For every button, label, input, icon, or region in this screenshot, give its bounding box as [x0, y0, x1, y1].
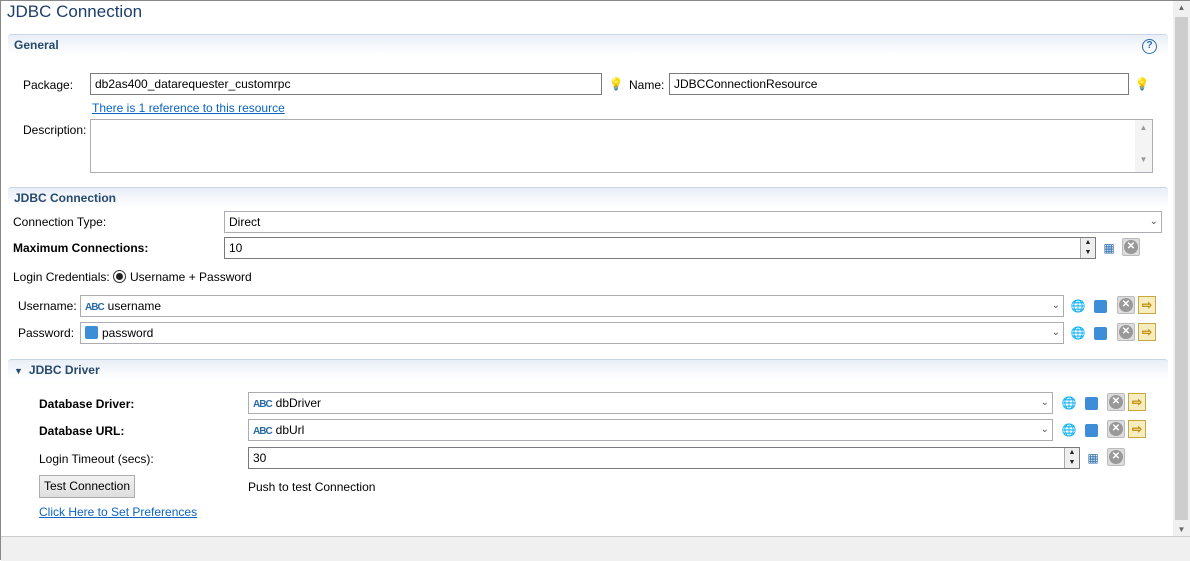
description-scrollbar[interactable]: ▲ ▼: [1135, 120, 1152, 172]
close-icon: ✕: [1109, 395, 1123, 409]
help-icon[interactable]: ?: [1142, 39, 1157, 54]
login-timeout-input[interactable]: 30 ▲ ▼: [248, 447, 1080, 469]
clear-button[interactable]: ✕: [1107, 420, 1125, 438]
scroll-down-icon[interactable]: ▼: [1173, 525, 1190, 534]
username-combo[interactable]: ABC username ⌄: [80, 295, 1064, 317]
package-input[interactable]: db2as400_datarequester_customrpc: [90, 73, 602, 95]
max-connections-input[interactable]: 10 ▲ ▼: [224, 237, 1096, 259]
lightbulb-icon[interactable]: 💡: [1133, 75, 1151, 93]
clear-button[interactable]: ✕: [1122, 238, 1140, 256]
connection-type-value: Direct: [229, 215, 261, 229]
import-icon[interactable]: ⇨: [1128, 393, 1146, 411]
database-url-value: dbUrl: [275, 423, 305, 437]
import-icon[interactable]: ⇨: [1138, 323, 1156, 341]
database-driver-value: dbDriver: [275, 396, 322, 410]
radio-username-password[interactable]: [113, 270, 126, 283]
lightbulb-icon[interactable]: 💡: [607, 75, 625, 93]
abc-icon: ABC: [253, 426, 273, 437]
section-jdbc-driver[interactable]: ▼ JDBC Driver: [8, 359, 1168, 380]
import-icon[interactable]: ⇨: [1138, 296, 1156, 314]
table-icon[interactable]: ▦: [1084, 449, 1102, 467]
global-variable-icon[interactable]: 🌐: [1069, 324, 1087, 342]
username-label: Username:: [18, 299, 77, 313]
connection-type-label: Connection Type:: [13, 215, 107, 229]
abc-icon: ABC: [253, 399, 273, 410]
reference-link[interactable]: There is 1 reference to this resource: [92, 101, 285, 115]
test-connection-button[interactable]: Test Connection: [39, 475, 135, 498]
clear-button[interactable]: ✕: [1107, 448, 1125, 466]
global-variable-icon[interactable]: 🌐: [1060, 394, 1078, 412]
login-timeout-label: Login Timeout (secs):: [39, 452, 154, 466]
vertical-scrollbar[interactable]: ▲ ▼: [1173, 1, 1190, 536]
table-icon[interactable]: ▦: [1100, 239, 1118, 257]
section-title: General: [14, 38, 59, 52]
module-property-icon[interactable]: [1093, 324, 1111, 342]
global-variable-icon[interactable]: 🌐: [1060, 421, 1078, 439]
test-hint: Push to test Connection: [248, 480, 376, 494]
database-driver-label: Database Driver:: [39, 397, 135, 411]
module-property-icon[interactable]: [1084, 421, 1102, 439]
close-icon: ✕: [1119, 298, 1133, 312]
package-label: Package:: [23, 78, 74, 92]
section-title: JDBC Driver: [28, 363, 100, 377]
status-bar: [1, 536, 1190, 561]
description-label: Description:: [23, 123, 87, 137]
chevron-down-icon: ⌄: [1051, 327, 1060, 338]
login-timeout-value: 30: [253, 451, 267, 465]
password-combo[interactable]: password ⌄: [80, 322, 1064, 344]
clear-button[interactable]: ✕: [1117, 296, 1135, 314]
close-icon: ✕: [1109, 450, 1123, 464]
chevron-down-icon: ⌄: [1040, 424, 1049, 435]
password-value: password: [102, 326, 154, 340]
radio-label: Username + Password: [130, 270, 252, 284]
description-textarea[interactable]: [90, 119, 1153, 173]
page-title: JDBC Connection: [7, 2, 143, 21]
scrollbar-thumb[interactable]: [1175, 17, 1188, 520]
chevron-down-icon: ⌄: [1149, 216, 1158, 227]
clear-button[interactable]: ✕: [1117, 323, 1135, 341]
name-label: Name:: [629, 78, 665, 92]
module-property-icon: [85, 326, 98, 339]
module-property-icon[interactable]: [1084, 394, 1102, 412]
max-connections-label: Maximum Connections:: [13, 241, 149, 255]
section-general: General: [8, 34, 1168, 55]
module-property-icon[interactable]: [1093, 297, 1111, 315]
username-value: username: [107, 299, 162, 313]
clear-button[interactable]: ✕: [1107, 393, 1125, 411]
max-connections-value: 10: [229, 241, 243, 255]
connection-type-select[interactable]: Direct ⌄: [224, 211, 1162, 233]
database-url-label: Database URL:: [39, 424, 125, 438]
abc-icon: ABC: [85, 302, 105, 313]
import-icon[interactable]: ⇨: [1128, 420, 1146, 438]
spinner-icon[interactable]: ▲ ▼: [1064, 448, 1079, 468]
database-url-combo[interactable]: ABC dbUrl ⌄: [248, 419, 1053, 441]
global-variable-icon[interactable]: 🌐: [1069, 297, 1087, 315]
chevron-down-icon: ⌄: [1051, 300, 1060, 311]
login-credentials-label: Login Credentials:: [13, 270, 110, 284]
section-jdbc-connection: JDBC Connection: [8, 187, 1168, 208]
spinner-icon[interactable]: ▲ ▼: [1080, 238, 1095, 258]
chevron-down-icon: ⌄: [1040, 397, 1049, 408]
close-icon: ✕: [1124, 240, 1138, 254]
close-icon: ✕: [1119, 325, 1133, 339]
password-label: Password:: [18, 326, 75, 340]
collapse-triangle-icon[interactable]: ▼: [14, 366, 23, 376]
section-title: JDBC Connection: [14, 191, 116, 205]
scroll-up-icon[interactable]: ▲: [1173, 3, 1190, 12]
database-driver-combo[interactable]: ABC dbDriver ⌄: [248, 392, 1053, 414]
close-icon: ✕: [1109, 422, 1123, 436]
name-input[interactable]: JDBCConnectionResource: [669, 73, 1129, 95]
preferences-link[interactable]: Click Here to Set Preferences: [39, 505, 197, 519]
